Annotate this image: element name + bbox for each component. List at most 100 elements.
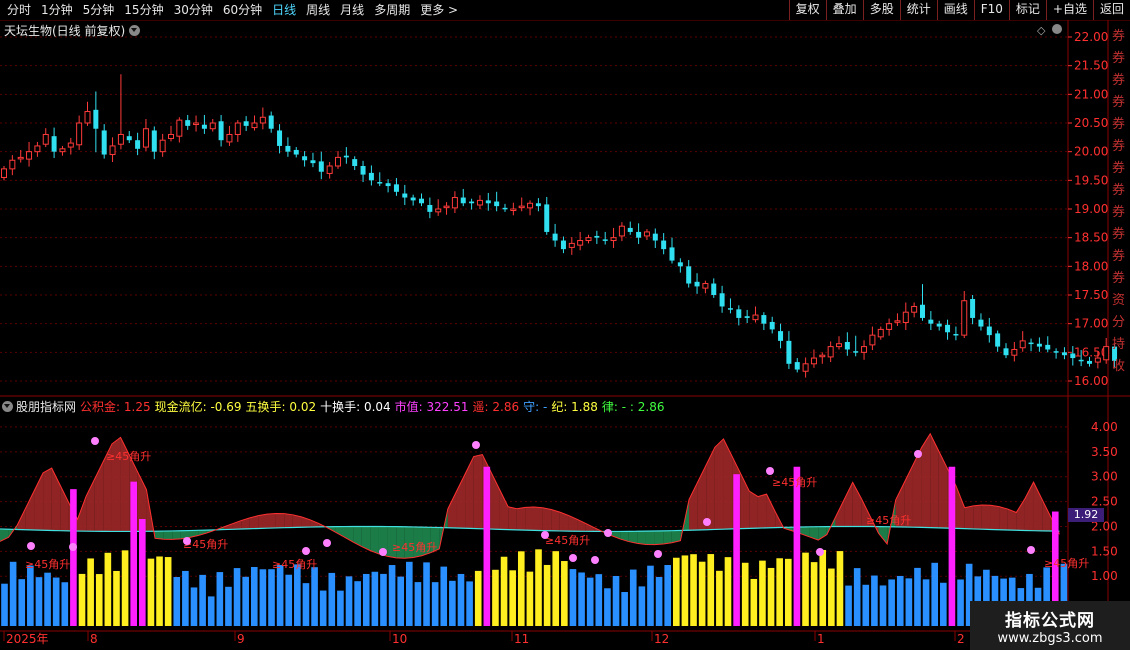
candle-body-5 xyxy=(42,133,49,145)
indicator-bar-98 xyxy=(845,585,852,626)
indicator-bar-36 xyxy=(311,567,318,626)
candle-body-132 xyxy=(1103,346,1110,361)
indicator-bar-27 xyxy=(233,568,241,626)
signal-dot-11 xyxy=(604,529,612,537)
indicator-name[interactable]: 股朋指标网 xyxy=(16,400,76,414)
candle-body-75 xyxy=(627,227,633,232)
candle-body-87 xyxy=(727,308,733,310)
candle-body-74 xyxy=(618,225,625,237)
signal-dot-2 xyxy=(69,543,77,551)
area-segment-77 xyxy=(663,530,672,545)
side-strip-char-14: 持 xyxy=(1112,337,1125,352)
indicator-bar-82 xyxy=(707,554,715,626)
indicator-bar-35 xyxy=(302,583,310,626)
candle-body-11 xyxy=(93,109,99,129)
indicator-bar-107 xyxy=(922,579,930,626)
candle-body-82 xyxy=(686,266,692,284)
candle-body-49 xyxy=(410,197,416,201)
candle-body-106 xyxy=(886,323,893,330)
candle-body-78 xyxy=(652,233,658,241)
indicator-bar-30 xyxy=(259,569,267,626)
indicator-bar-40 xyxy=(345,576,353,626)
indicator-bar-20 xyxy=(173,577,181,626)
candle-body-8 xyxy=(67,142,74,148)
candle-body-40 xyxy=(335,156,341,167)
indicator-bar-49 xyxy=(423,562,430,626)
indicator-bar-19 xyxy=(164,557,172,626)
indicator-dropdown-icon[interactable] xyxy=(2,401,13,412)
time-label-5: 12 xyxy=(654,632,669,646)
candle-body-12 xyxy=(101,130,107,155)
indicator-bar-47 xyxy=(406,561,413,626)
candle-body-60 xyxy=(502,207,508,210)
indicator-bar-39 xyxy=(337,590,344,626)
candle-body-33 xyxy=(277,130,283,146)
area-segment-84 xyxy=(723,438,733,530)
candle-body-125 xyxy=(1045,344,1051,350)
candle-body-31 xyxy=(259,116,266,124)
candle-body-66 xyxy=(552,233,558,241)
candle-body-35 xyxy=(293,149,299,155)
main-chart-title: 天坛生物(日线 前复权) xyxy=(4,22,141,39)
diamond-icon[interactable]: ◇ xyxy=(1037,24,1045,37)
candle-body-80 xyxy=(669,247,675,261)
candle-body-68 xyxy=(568,242,575,248)
candle-body-1 xyxy=(9,159,16,170)
signal-dot-16 xyxy=(914,450,922,458)
area-segment-113 xyxy=(973,504,982,530)
candle-body-14 xyxy=(117,133,124,145)
area-segment-62 xyxy=(534,507,543,531)
candle-body-27 xyxy=(226,133,233,143)
indicator-bar-58 xyxy=(500,556,508,626)
watermark-line2: www.zbgs3.com xyxy=(997,630,1103,646)
candle-body-29 xyxy=(243,121,249,126)
area-segment-120 xyxy=(1033,482,1043,531)
indicator-bar-21 xyxy=(182,570,189,626)
candle-body-77 xyxy=(643,231,650,237)
settings-circle-icon[interactable] xyxy=(1052,24,1062,34)
indicator-bar-38 xyxy=(328,572,336,626)
candle-body-64 xyxy=(535,203,541,207)
candle-body-108 xyxy=(902,311,909,324)
indicator-bar-83 xyxy=(716,570,723,626)
side-strip-char-7: 券 xyxy=(1112,182,1125,198)
indicator-bar-26 xyxy=(225,586,232,626)
candle-body-19 xyxy=(159,139,166,153)
area-segment-19 xyxy=(163,530,173,540)
price-tick-label-4: 20.00 xyxy=(1074,145,1108,159)
time-label-2: 9 xyxy=(237,632,245,646)
angle-annotation-0: ≥45角升 xyxy=(25,558,70,571)
candle-body-73 xyxy=(610,237,617,242)
indicator-bar-28 xyxy=(242,576,249,626)
area-segment-95 xyxy=(818,526,827,541)
candle-body-57 xyxy=(476,199,483,206)
indicator-bar-101 xyxy=(871,575,878,626)
candle-body-38 xyxy=(318,161,324,172)
candle-body-26 xyxy=(218,121,224,141)
candle-body-15 xyxy=(126,136,132,141)
dropdown-circle-icon[interactable] xyxy=(129,25,141,36)
candle-body-105 xyxy=(877,328,884,338)
indicator-bar-102 xyxy=(879,585,887,626)
candle-body-0 xyxy=(1,168,7,178)
candle-body-71 xyxy=(594,235,600,238)
candle-body-30 xyxy=(251,122,258,129)
indicator-bar-74 xyxy=(638,586,646,626)
candle-body-18 xyxy=(151,130,157,152)
signal-dot-3 xyxy=(183,537,191,545)
signal-dot-0 xyxy=(27,542,35,550)
indicator-bar-4 xyxy=(35,577,43,626)
indicator-bar-52 xyxy=(449,580,456,626)
candle-body-32 xyxy=(268,115,274,129)
area-segment-88 xyxy=(757,494,767,529)
side-strip-char-2: 券 xyxy=(1112,72,1125,88)
stock-chart[interactable]: 22.0021.5021.0020.5020.0019.5019.0018.50… xyxy=(0,0,1130,650)
candle-body-44 xyxy=(368,172,374,181)
angle-annotation-5: ≥45角升 xyxy=(545,534,590,547)
indicator-bar-85 xyxy=(733,474,740,626)
area-segment-31 xyxy=(267,513,276,529)
indicator-bar-54 xyxy=(466,581,473,626)
price-tick-label-6: 19.00 xyxy=(1074,202,1108,216)
candle-body-96 xyxy=(802,363,809,372)
indicator-bar-18 xyxy=(156,556,163,626)
